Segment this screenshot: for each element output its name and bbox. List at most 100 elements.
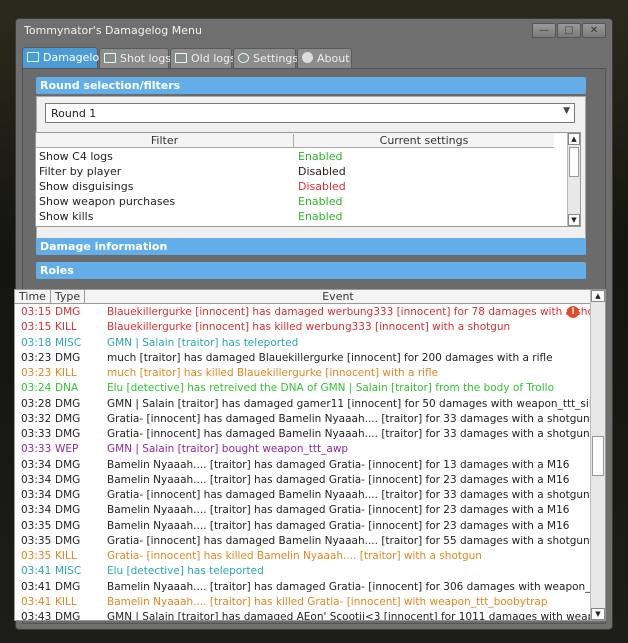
log-row[interactable]: 03:33 DMG Gratia- [innocent] has damaged B…: [15, 427, 591, 442]
log-event: Bamelin Nyaaah.... [traitor] has damaged…: [107, 473, 570, 486]
log-time: 03:35: [21, 550, 52, 562]
tab-shot-logs[interactable]: Shot logs: [99, 48, 171, 68]
maximize-button[interactable]: □: [557, 23, 581, 38]
filter-row[interactable]: Show kills Enabled: [36, 209, 554, 224]
log-time: 03:35: [21, 534, 52, 547]
log-type: WEP: [55, 443, 79, 456]
log-event: GMN | Salain [traitor] has teleported: [107, 336, 299, 349]
window-title: Tommynator's Damagelog Menu: [24, 24, 202, 37]
log-row[interactable]: 03:34 DMG Bamelin Nyaaah.... [traitor] has…: [15, 473, 591, 488]
log-time: 03:41: [21, 565, 52, 578]
log-event: Blauekillergurke [innocent] has killed w…: [107, 321, 511, 334]
column-filter[interactable]: Filter: [36, 134, 294, 148]
scroll-up-icon[interactable]: ▲: [591, 290, 605, 302]
log-row[interactable]: 03:35 KILL Gratia- [innocent] has killed B…: [15, 549, 591, 564]
log-row[interactable]: 03:41 KILL Bamelin Nyaaah.... [traitor] ha…: [15, 595, 591, 610]
filter-name: Show kills: [39, 210, 94, 223]
filter-name: Filter by player: [39, 165, 122, 178]
log-row[interactable]: 03:18 MISC GMN | Salain [traitor] has tele…: [15, 336, 591, 351]
log-type: DMG: [55, 397, 81, 410]
log-row[interactable]: 03:34 DMG Bamelin Nyaaah.... [traitor] has…: [15, 458, 591, 473]
log-event: Blauekillergurke [innocent] has damaged …: [107, 306, 606, 318]
log-row[interactable]: 03:33 WEP GMN | Salain [traitor] bought we…: [15, 442, 591, 457]
column-event[interactable]: Event: [85, 290, 591, 303]
scroll-down-icon[interactable]: ▼: [591, 608, 605, 620]
filter-row[interactable]: Show weapon purchases Enabled: [36, 194, 554, 209]
column-current-settings[interactable]: Current settings: [294, 134, 554, 147]
list-icon: [27, 52, 39, 62]
log-type: DMG: [55, 611, 81, 621]
log-row[interactable]: 03:32 DMG Gratia- [innocent] has damaged B…: [15, 412, 591, 427]
log-row[interactable]: 03:35 DMG Gratia- [innocent] has damaged B…: [15, 534, 591, 549]
section-round-selection[interactable]: Round selection/filters: [36, 77, 586, 94]
log-time: 03:24: [21, 382, 52, 395]
filter-setting: Disabled: [298, 165, 346, 178]
damagelog-table: Time Type Event 03:15 DMG Blauekillergurke…: [14, 289, 606, 621]
round-select[interactable]: Round 1 ▼: [45, 103, 575, 123]
log-row[interactable]: 03:15 DMG Blauekillergurke [innocent] has …: [15, 305, 605, 320]
log-time: 03:34: [21, 473, 52, 486]
scroll-up-icon[interactable]: ▲: [568, 133, 580, 145]
log-row[interactable]: 03:41 DMG Bamelin Nyaaah.... [traitor] has…: [15, 580, 605, 595]
filter-table: Filter Current settings Show C4 logs Enab…: [35, 132, 581, 227]
log-row[interactable]: 03:23 DMG much [traitor] has damaged Blaue…: [15, 351, 591, 366]
scroll-down-icon[interactable]: ▼: [568, 214, 580, 226]
log-type: KILL: [55, 595, 77, 608]
tab-damagelog[interactable]: Damagelog: [22, 47, 106, 68]
filter-row[interactable]: Filter by player Disabled: [36, 164, 554, 179]
alert-icon[interactable]: !: [567, 306, 579, 318]
log-row[interactable]: 03:15 KILL Blauekillergurke [innocent] has…: [15, 320, 591, 335]
tab-about[interactable]: About: [297, 48, 352, 68]
log-type: DMG: [55, 504, 81, 517]
column-type[interactable]: Type: [51, 290, 85, 303]
log-event: Bamelin Nyaaah.... [traitor] has damaged…: [107, 580, 606, 593]
log-type: KILL: [55, 367, 77, 379]
filter-setting: Disabled: [298, 180, 346, 193]
log-event: much [traitor] has killed Blauekillergur…: [107, 367, 439, 379]
section-damage-information[interactable]: Damage information: [36, 238, 586, 255]
log-row[interactable]: 03:41 MISC Elu [detective] has teleported: [15, 564, 591, 579]
log-type: DMG: [55, 473, 81, 486]
scroll-thumb[interactable]: [592, 436, 604, 476]
chevron-down-icon: ▼: [563, 106, 570, 116]
log-time: 03:28: [21, 397, 52, 410]
filter-setting: Enabled: [298, 195, 343, 208]
log-type: DMG: [55, 428, 81, 440]
log-type: KILL: [55, 321, 77, 334]
log-time: 03:41: [21, 580, 52, 593]
log-event: Gratia- [innocent] has killed Bamelin Ny…: [107, 550, 482, 562]
filter-row[interactable]: Show disguisings Disabled: [36, 179, 554, 194]
log-type: MISC: [55, 565, 82, 578]
log-event: Bamelin Nyaaah.... [traitor] has damaged…: [107, 519, 570, 532]
log-type: DNA: [55, 382, 79, 395]
log-scrollbar[interactable]: ▲ ▼: [590, 290, 605, 620]
log-time: 03:33: [21, 443, 52, 456]
log-time: 03:15: [21, 306, 52, 318]
log-row[interactable]: 03:34 DMG Bamelin Nyaaah.... [traitor] has…: [15, 503, 591, 518]
close-button[interactable]: ✕: [582, 23, 606, 38]
log-type: DMG: [55, 351, 81, 364]
log-row[interactable]: 03:23 KILL much [traitor] has killed Blaue…: [15, 366, 591, 381]
tab-old-logs[interactable]: Old logs: [170, 48, 236, 68]
filter-row[interactable]: Show C4 logs Enabled: [36, 149, 554, 164]
log-row[interactable]: 03:24 DNA Elu [detective] has retreived th…: [15, 381, 591, 396]
log-row[interactable]: 03:35 DMG Bamelin Nyaaah.... [traitor] has…: [15, 519, 591, 534]
log-row[interactable]: 03:28 DMG GMN | Salain [traitor] has damag…: [15, 397, 605, 412]
log-row[interactable]: 03:43 DMG GMN | Salain [traitor] has damag…: [15, 610, 605, 621]
log-event: GMN | Salain [traitor] has damaged AEon'…: [107, 611, 606, 621]
log-row[interactable]: 03:34 DMG Gratia- [innocent] has damaged B…: [15, 488, 591, 503]
filter-setting: Enabled: [298, 150, 343, 163]
section-roles[interactable]: Roles: [36, 262, 586, 279]
filter-scrollbar[interactable]: ▲ ▼: [567, 133, 580, 226]
filter-setting: Enabled: [298, 210, 343, 223]
scroll-thumb[interactable]: [569, 147, 579, 177]
column-time[interactable]: Time: [15, 290, 51, 303]
tab-settings[interactable]: Settings: [233, 48, 298, 68]
title-bar[interactable]: Tommynator's Damagelog Menu — □ ✕: [16, 19, 612, 43]
log-time: 03:34: [21, 458, 52, 471]
log-time: 03:33: [21, 428, 52, 440]
log-event: Gratia- [innocent] has damaged Bamelin N…: [107, 534, 590, 547]
minimize-button[interactable]: —: [532, 23, 556, 38]
log-time: 03:32: [21, 412, 52, 425]
log-type: DMG: [55, 489, 81, 501]
